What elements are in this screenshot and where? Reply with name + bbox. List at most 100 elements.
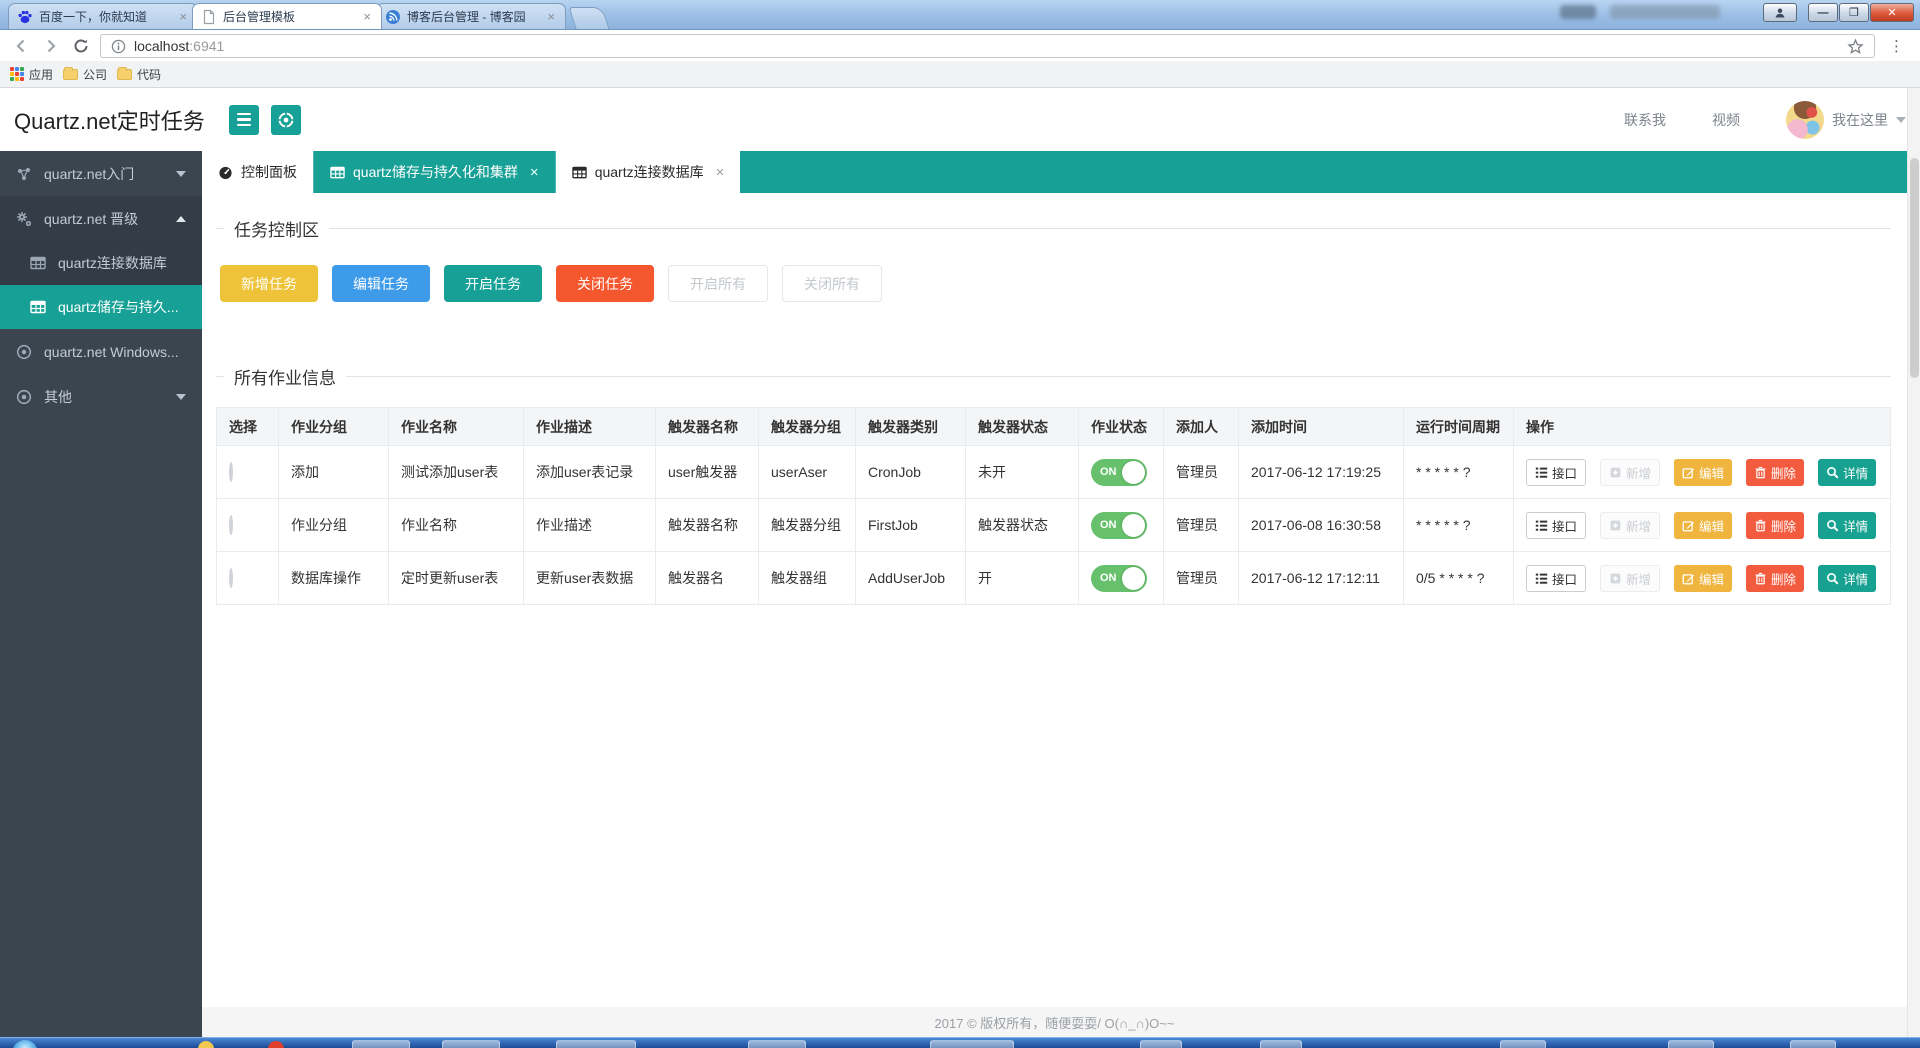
page-tab-dashboard[interactable]: 控制面板 bbox=[202, 151, 313, 193]
delete-button[interactable]: 删除 bbox=[1746, 459, 1804, 486]
taskbar-app[interactable] bbox=[748, 1040, 806, 1048]
browser-tab-title: 后台管理模板 bbox=[223, 8, 355, 25]
chevron-up-icon bbox=[176, 216, 186, 222]
job-state-toggle[interactable]: ON bbox=[1091, 459, 1147, 486]
row-radio[interactable] bbox=[229, 515, 233, 535]
row-actions: 接口 新增 编辑 删除 详情 文档 bbox=[1526, 459, 1878, 486]
tab-close-icon[interactable]: × bbox=[177, 9, 189, 24]
tab-close-icon[interactable]: × bbox=[361, 9, 373, 24]
browser-tab-cnblogs[interactable]: 博客后台管理 - 博客园 × bbox=[376, 3, 566, 29]
taskbar-app[interactable] bbox=[442, 1040, 500, 1048]
stop-task-button[interactable]: 关闭任务 bbox=[556, 265, 654, 302]
add-task-button[interactable]: 新增任务 bbox=[220, 265, 318, 302]
close-button[interactable]: ✕ bbox=[1870, 3, 1914, 22]
api-button[interactable]: 接口 bbox=[1526, 459, 1586, 486]
table-row: 数据库操作 定时更新user表 更新user表数据 触发器名 触发器组 AddU… bbox=[217, 552, 1891, 605]
sidebar-item-quartz-windows[interactable]: quartz.net Windows... bbox=[0, 329, 202, 374]
page-tab-quartz-connect-db[interactable]: quartz连接数据库 × bbox=[556, 151, 741, 193]
start-button[interactable] bbox=[12, 1040, 38, 1048]
detail-button[interactable]: 详情 bbox=[1818, 565, 1876, 592]
taskbar-app[interactable] bbox=[1260, 1040, 1302, 1048]
edit-button[interactable]: 编辑 bbox=[1674, 459, 1732, 486]
minimize-button[interactable]: — bbox=[1808, 3, 1838, 22]
delete-button[interactable]: 删除 bbox=[1746, 512, 1804, 539]
api-button[interactable]: 接口 bbox=[1526, 512, 1586, 539]
tab-close-icon[interactable]: × bbox=[530, 164, 539, 181]
bookmark-label: 公司 bbox=[83, 66, 107, 83]
new-tab-button[interactable] bbox=[568, 7, 609, 29]
browser-tab-baidu[interactable]: 百度一下，你就知道 × bbox=[8, 3, 198, 29]
back-icon[interactable] bbox=[10, 35, 32, 57]
edit-button[interactable]: 编辑 bbox=[1674, 512, 1732, 539]
jobs-table: 选择 作业分组 作业名称 作业描述 触发器名称 触发器分组 触发器类别 触发器状… bbox=[216, 407, 1891, 605]
page-footer: 2017 © 版权所有，随便耍耍/ O(∩_∩)O~~ bbox=[202, 1007, 1907, 1037]
page-tab-quartz-storage[interactable]: quartz储存与持久化和集群 × bbox=[313, 151, 556, 193]
windows-taskbar[interactable] bbox=[0, 1037, 1920, 1048]
task-control-section: 任务控制区 新增任务 编辑任务 开启任务 关闭任务 开启所有 关闭所有 bbox=[216, 216, 1891, 308]
bookmark-folder-company[interactable]: 公司 bbox=[63, 66, 107, 83]
stop-all-button[interactable]: 关闭所有 bbox=[782, 265, 882, 302]
job-name: 定时更新user表 bbox=[389, 552, 524, 605]
column-header: 选择 bbox=[217, 408, 279, 446]
delete-button[interactable]: 删除 bbox=[1746, 565, 1804, 592]
row-radio[interactable] bbox=[229, 568, 233, 588]
edit-button[interactable]: 编辑 bbox=[1674, 565, 1732, 592]
browser-tab-admin-template[interactable]: 后台管理模板 × bbox=[192, 3, 382, 29]
user-menu[interactable]: 我在这里 bbox=[1786, 101, 1906, 139]
jobs-section: 所有作业信息 选择 作业分组 作业名称 作业描述 触发器名称 触发器分组 触发器… bbox=[216, 364, 1891, 605]
forward-icon[interactable] bbox=[40, 35, 62, 57]
tab-close-icon[interactable]: × bbox=[716, 164, 725, 181]
sidebar-item-quartz-advanced[interactable]: quartz.net 晋级 bbox=[0, 196, 202, 241]
sidebar-item-quartz-connect-db[interactable]: quartz连接数据库 bbox=[0, 241, 202, 285]
sidebar-item-label: quartz.net入门 bbox=[44, 164, 164, 184]
info-icon[interactable] bbox=[111, 39, 126, 54]
chrome-menu-icon[interactable]: ⋮ bbox=[1883, 37, 1910, 55]
trigger-group: userAser bbox=[759, 446, 856, 499]
taskbar-app[interactable] bbox=[556, 1040, 636, 1048]
page-scrollbar[interactable] bbox=[1907, 88, 1920, 1037]
sidebar-item-label: quartz连接数据库 bbox=[58, 253, 186, 273]
start-all-button[interactable]: 开启所有 bbox=[668, 265, 768, 302]
address-bar[interactable]: localhost:6941 bbox=[100, 34, 1875, 58]
taskbar-icon[interactable] bbox=[268, 1041, 284, 1048]
job-state-toggle[interactable]: ON bbox=[1091, 565, 1147, 592]
new-button[interactable]: 新增 bbox=[1600, 565, 1660, 592]
detail-button[interactable]: 详情 bbox=[1818, 459, 1876, 486]
row-radio[interactable] bbox=[229, 462, 233, 482]
taskbar-app[interactable] bbox=[352, 1040, 410, 1048]
bookmark-star-icon[interactable] bbox=[1847, 38, 1864, 55]
bookmark-apps[interactable]: 应用 bbox=[10, 66, 53, 83]
taskbar-app[interactable] bbox=[930, 1040, 1014, 1048]
new-button[interactable]: 新增 bbox=[1600, 512, 1660, 539]
taskbar-app[interactable] bbox=[1790, 1040, 1836, 1048]
tab-close-icon[interactable]: × bbox=[545, 9, 557, 24]
chevron-down-icon bbox=[176, 171, 186, 177]
bookmark-label: 代码 bbox=[137, 66, 161, 83]
help-button[interactable] bbox=[271, 105, 301, 135]
profile-button[interactable] bbox=[1763, 3, 1797, 22]
restore-button[interactable]: ❐ bbox=[1839, 3, 1869, 22]
column-header: 触发器状态 bbox=[966, 408, 1079, 446]
taskbar-app[interactable] bbox=[1140, 1040, 1182, 1048]
new-button[interactable]: 新增 bbox=[1600, 459, 1660, 486]
start-task-button[interactable]: 开启任务 bbox=[444, 265, 542, 302]
nav-video-link[interactable]: 视频 bbox=[1712, 110, 1740, 130]
detail-button[interactable]: 详情 bbox=[1818, 512, 1876, 539]
api-button[interactable]: 接口 bbox=[1526, 565, 1586, 592]
table-header-row: 选择 作业分组 作业名称 作业描述 触发器名称 触发器分组 触发器类别 触发器状… bbox=[217, 408, 1891, 446]
sidebar-toggle-button[interactable] bbox=[229, 105, 259, 135]
adder: 管理员 bbox=[1164, 552, 1239, 605]
sidebar-item-quartz-intro[interactable]: quartz.net入门 bbox=[0, 151, 202, 196]
sidebar-item-quartz-storage[interactable]: quartz储存与持久... bbox=[0, 285, 202, 329]
cnblogs-icon bbox=[385, 9, 401, 25]
nav-contact-link[interactable]: 联系我 bbox=[1624, 110, 1666, 130]
sidebar-item-other[interactable]: 其他 bbox=[0, 374, 202, 419]
job-state-toggle[interactable]: ON bbox=[1091, 512, 1147, 539]
taskbar-app[interactable] bbox=[1500, 1040, 1546, 1048]
taskbar-icon[interactable] bbox=[198, 1041, 214, 1048]
bookmark-folder-code[interactable]: 代码 bbox=[117, 66, 161, 83]
scrollbar-thumb[interactable] bbox=[1910, 158, 1919, 378]
refresh-icon[interactable] bbox=[70, 35, 92, 57]
taskbar-app[interactable] bbox=[1668, 1040, 1714, 1048]
edit-task-button[interactable]: 编辑任务 bbox=[332, 265, 430, 302]
